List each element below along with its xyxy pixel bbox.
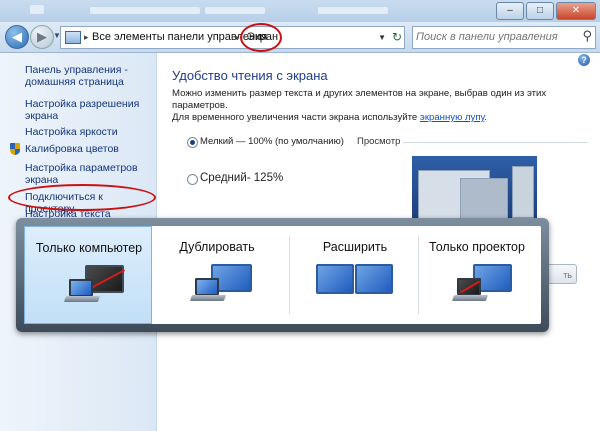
sidebar-item-brightness[interactable]: Настройка яркости bbox=[25, 126, 153, 138]
preview-image bbox=[412, 156, 537, 222]
size-small-radio[interactable] bbox=[187, 137, 198, 148]
monitor-icon bbox=[355, 264, 393, 294]
preview-divider bbox=[403, 142, 588, 143]
sidebar-item-calibrate[interactable]: Калибровка цветов bbox=[25, 143, 153, 155]
option-computer-only[interactable]: Только компьютер bbox=[24, 226, 152, 324]
shield-icon bbox=[10, 143, 20, 155]
description: Можно изменить размер текста и других эл… bbox=[172, 88, 592, 124]
option-extend[interactable]: Расширить bbox=[291, 226, 419, 324]
option-duplicate[interactable]: Дублировать bbox=[153, 226, 281, 324]
preview-gadget bbox=[512, 166, 534, 218]
option-duplicate-label: Дублировать bbox=[179, 240, 255, 254]
forward-arrow-icon[interactable]: ▶ bbox=[30, 25, 54, 49]
page-title: Удобство чтения с экрана bbox=[172, 68, 328, 83]
description-line-1: Можно изменить размер текста и других эл… bbox=[172, 88, 547, 111]
navigation-bar: ◀ ▶ ▼ ▸ Все элементы панели управления ▸… bbox=[0, 22, 600, 53]
address-dropdown-icon[interactable]: ▼ bbox=[378, 27, 386, 48]
breadcrumb-separator[interactable]: ▸ bbox=[84, 27, 89, 48]
sidebar-home-link[interactable]: Панель управления - домашняя страница bbox=[25, 64, 153, 88]
monitor-icon bbox=[316, 264, 354, 294]
projector-options: Только компьютер Дублировать Расширить Т… bbox=[24, 226, 541, 324]
magnifier-link[interactable]: экранную лупу bbox=[420, 112, 484, 123]
title-blur-3 bbox=[318, 7, 388, 14]
sidebar-item-display-settings[interactable]: Настройка параметров экрана bbox=[25, 162, 153, 186]
projector-switcher: Только компьютер Дублировать Расширить Т… bbox=[16, 218, 549, 332]
search-icon[interactable]: ⚲ bbox=[582, 28, 592, 44]
maximize-button[interactable]: □ bbox=[526, 2, 554, 20]
help-icon[interactable]: ? bbox=[578, 54, 590, 66]
window-controls: – □ ✕ bbox=[496, 2, 596, 20]
sidebar-item-resolution[interactable]: Настройка разрешения экрана bbox=[25, 98, 153, 122]
breadcrumb-separator-2[interactable]: ▸ bbox=[235, 27, 240, 48]
back-arrow-icon[interactable]: ◀ bbox=[5, 25, 29, 49]
preview-label: Просмотр bbox=[357, 136, 401, 147]
minimize-button[interactable]: – bbox=[496, 2, 524, 20]
laptop-icon bbox=[189, 278, 227, 302]
size-medium-radio[interactable] bbox=[187, 174, 198, 185]
option-divider bbox=[289, 236, 290, 314]
option-extend-label: Расширить bbox=[322, 240, 388, 254]
preview-window-2 bbox=[460, 178, 508, 220]
annotation-circle-projector bbox=[8, 184, 156, 211]
close-button[interactable]: ✕ bbox=[556, 2, 596, 20]
title-blur-2 bbox=[205, 7, 265, 14]
refresh-icon[interactable]: ↻ bbox=[392, 27, 402, 48]
address-bar[interactable]: ▸ Все элементы панели управления ▸ Экран… bbox=[60, 26, 405, 49]
annotation-circle bbox=[240, 23, 282, 52]
window-icon bbox=[30, 5, 44, 14]
search-input[interactable] bbox=[416, 27, 566, 47]
size-medium-label[interactable]: Средний- 125% bbox=[200, 172, 283, 184]
description-end: . bbox=[484, 112, 488, 123]
title-blur bbox=[90, 7, 200, 14]
laptop-icon bbox=[451, 278, 489, 302]
search-box[interactable]: ⚲ bbox=[412, 26, 596, 49]
size-small-label[interactable]: Мелкий — 100% (по умолчанию) bbox=[200, 136, 344, 147]
option-projector-only[interactable]: Только проектор bbox=[413, 226, 541, 324]
laptop-icon bbox=[63, 279, 101, 303]
option-projector-only-label: Только проектор bbox=[429, 240, 525, 254]
option-computer-only-label: Только компьютер bbox=[35, 241, 143, 255]
control-panel-icon bbox=[65, 31, 81, 44]
title-bar: – □ ✕ bbox=[0, 0, 600, 22]
description-line-2: Для временного увеличения части экрана и… bbox=[172, 112, 418, 123]
